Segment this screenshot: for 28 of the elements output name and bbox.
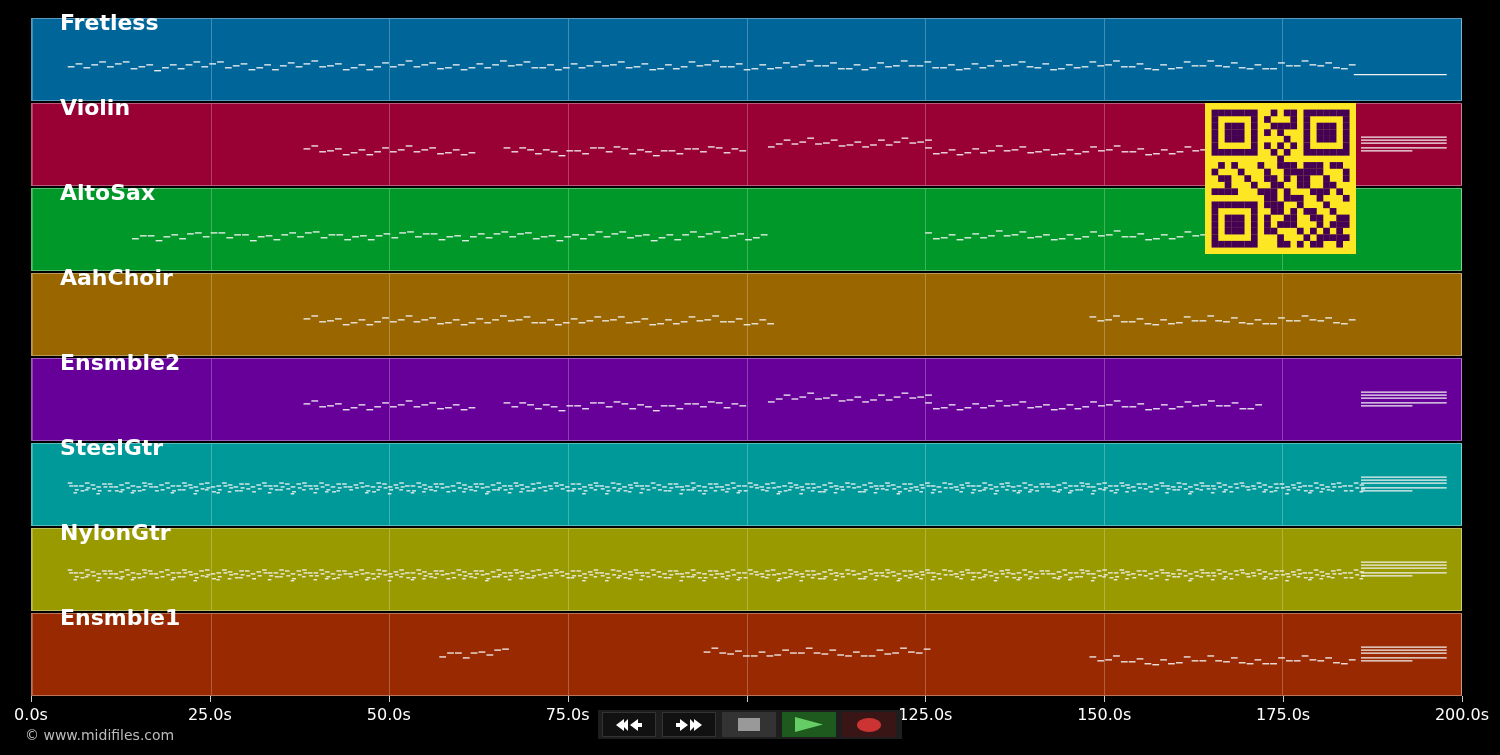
fast-forward-button[interactable] xyxy=(662,712,716,737)
time-label: 175.0s xyxy=(1256,705,1311,724)
play-button[interactable] xyxy=(782,712,836,737)
record-icon xyxy=(857,717,881,732)
track-name: Ensmble1 xyxy=(60,605,181,631)
credit-text: © www.midifiles.com xyxy=(25,727,175,743)
time-label: 150.0s xyxy=(1077,705,1132,724)
qr-code-icon xyxy=(1205,103,1356,254)
rewind-button[interactable] xyxy=(602,712,656,737)
time-label: 200.0s xyxy=(1434,705,1490,724)
rewind-icon xyxy=(614,717,644,732)
time-label: 50.0s xyxy=(366,705,411,724)
track-name: Fretless xyxy=(60,10,159,36)
track-name: AltoSax xyxy=(60,180,156,206)
time-label: 25.0s xyxy=(187,705,232,724)
time-label: 75.0s xyxy=(545,705,590,724)
stop-icon xyxy=(738,718,760,731)
track-name: NylonGtr xyxy=(60,520,171,546)
time-label: 0.0s xyxy=(14,705,48,724)
time-label: 125.0s xyxy=(898,705,953,724)
track-name: Ensmble2 xyxy=(60,350,181,376)
track-name: AahChoir xyxy=(60,265,173,291)
track-name: SteelGtr xyxy=(60,435,164,461)
record-button[interactable] xyxy=(842,712,896,737)
stop-button[interactable] xyxy=(722,712,776,737)
play-icon xyxy=(794,717,824,732)
fast-forward-icon xyxy=(674,717,704,732)
track-name: Violin xyxy=(60,95,131,121)
